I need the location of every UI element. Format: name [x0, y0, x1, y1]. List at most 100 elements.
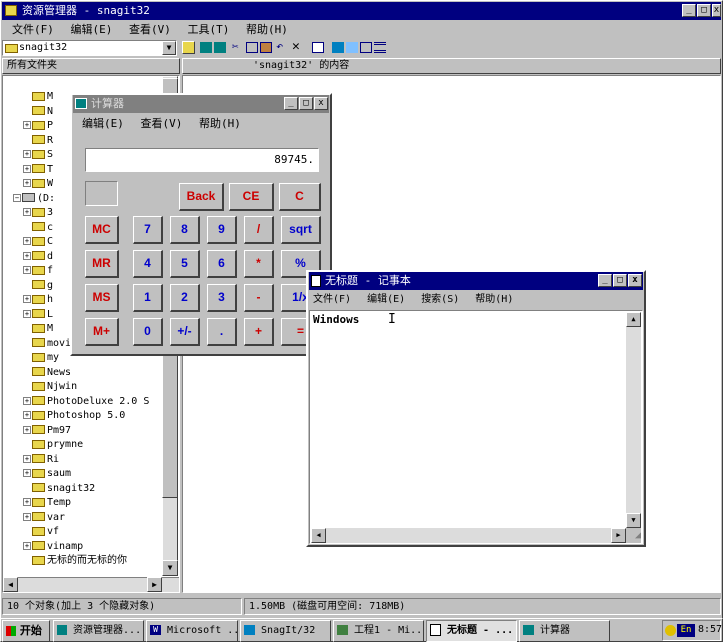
task-word[interactable]: W Microsoft ... [146, 620, 238, 642]
calc-key-decimal[interactable]: . [207, 318, 237, 346]
address-dropdown-button[interactable]: ▼ [162, 41, 176, 55]
notepad-text-area[interactable]: Windows I [309, 310, 643, 544]
calc-key-ce[interactable]: CE [229, 183, 274, 211]
calc-key-8[interactable]: 8 [170, 216, 200, 244]
tree-item[interactable]: + Ri [13, 453, 163, 468]
menu-view[interactable]: 查看(V) [129, 23, 171, 36]
calc-key-5[interactable]: 5 [170, 250, 200, 278]
task-notepad[interactable]: 无标题 - ... [426, 620, 517, 642]
expand-toggle-icon[interactable]: + [23, 164, 31, 173]
notepad-menu-search[interactable]: 搜索(S) [421, 294, 459, 305]
calc-key-subtract[interactable]: - [244, 284, 274, 312]
address-combo[interactable]: snagit32 [2, 40, 177, 56]
expand-toggle-icon[interactable]: + [23, 121, 31, 129]
minimize-button[interactable]: _ [682, 4, 696, 17]
tree-item[interactable]: +vf [13, 525, 163, 540]
expand-toggle-icon[interactable]: + [23, 251, 31, 260]
tree-item[interactable]: + Temp [13, 496, 163, 511]
calc-menu-view[interactable]: 查看(V) [141, 117, 183, 130]
tree-item[interactable]: +无标的而无标的你 [13, 554, 163, 569]
task-explorer[interactable]: 资源管理器... [53, 620, 144, 642]
calc-key-mplus[interactable]: M+ [85, 318, 119, 346]
large-icons-icon[interactable] [332, 42, 344, 53]
up-folder-icon[interactable] [182, 41, 195, 54]
task-snagit[interactable]: SnagIt/32 [240, 620, 331, 642]
close-button[interactable]: x [712, 4, 721, 17]
calc-close-button[interactable]: x [314, 97, 328, 110]
expand-toggle-icon[interactable]: + [23, 469, 31, 477]
notepad-minimize-button[interactable]: _ [598, 274, 612, 287]
undo-icon[interactable]: ↶ [276, 40, 288, 53]
tree-item[interactable]: +prymne [13, 438, 163, 453]
tree-item[interactable]: +Njwin [13, 380, 163, 395]
task-vb-project[interactable]: 工程1 - Mi... [333, 620, 424, 642]
cut-icon[interactable]: ✂ [232, 41, 244, 54]
details-view-icon[interactable] [374, 42, 386, 53]
calc-key-3[interactable]: 3 [207, 284, 237, 312]
calc-key-7[interactable]: 7 [133, 216, 163, 244]
resize-grip-icon[interactable]: ◢ [626, 528, 641, 543]
task-calculator[interactable]: 计算器 [519, 620, 610, 642]
notepad-scroll-down[interactable]: ▼ [626, 513, 641, 528]
list-view-icon[interactable] [360, 42, 372, 53]
properties-icon[interactable] [312, 42, 324, 53]
calc-key-4[interactable]: 4 [133, 250, 163, 278]
notepad-close-button[interactable]: x [628, 274, 642, 287]
notepad-titlebar[interactable]: 无标题 - 记事本 [309, 272, 643, 290]
tree-item[interactable]: + saum [13, 467, 163, 482]
menu-edit[interactable]: 编辑(E) [71, 23, 113, 36]
notepad-menu-help[interactable]: 帮助(H) [475, 294, 513, 305]
delete-icon[interactable]: ✕ [292, 40, 304, 54]
notepad-vscrollbar[interactable] [626, 312, 641, 528]
paste-icon[interactable] [260, 42, 272, 53]
expand-toggle-icon[interactable]: + [23, 208, 31, 216]
expand-toggle-icon[interactable]: + [23, 498, 31, 506]
tree-scroll-down[interactable]: ▼ [162, 560, 178, 576]
notepad-menu-edit[interactable]: 编辑(E) [367, 294, 405, 305]
expand-toggle-icon[interactable]: + [23, 179, 31, 187]
expand-toggle-icon[interactable]: + [23, 512, 31, 521]
notepad-hscrollbar[interactable] [311, 528, 626, 543]
notepad-scroll-up[interactable]: ▲ [626, 312, 641, 327]
expand-toggle-icon[interactable]: + [23, 541, 31, 550]
calc-key-back[interactable]: Back [179, 183, 224, 211]
expand-toggle-icon[interactable]: + [23, 425, 31, 434]
expand-toggle-icon[interactable]: + [23, 309, 31, 318]
calc-minimize-button[interactable]: _ [284, 97, 298, 110]
calc-key-sqrt[interactable]: sqrt [281, 216, 321, 244]
expand-toggle-icon[interactable]: + [23, 150, 31, 158]
maximize-button[interactable]: □ [697, 4, 711, 17]
tree-scroll-right[interactable]: ▶ [147, 577, 162, 592]
expand-toggle-icon[interactable]: + [23, 396, 31, 405]
tree-scroll-left[interactable]: ◀ [3, 577, 18, 592]
expand-toggle-icon[interactable]: − [13, 193, 21, 202]
tree-item[interactable]: + Pm97 [13, 424, 163, 439]
expand-toggle-icon[interactable]: + [23, 411, 31, 419]
tree-item[interactable]: + vinamp [13, 540, 163, 555]
menu-tools[interactable]: 工具(T) [188, 23, 230, 36]
notepad-maximize-button[interactable]: □ [613, 274, 627, 287]
calc-key-mr[interactable]: MR [85, 250, 119, 278]
tree-item[interactable]: +News [13, 366, 163, 381]
tree-item[interactable]: + var [13, 511, 163, 526]
start-button[interactable]: 开始 [2, 620, 50, 642]
calc-key-1[interactable]: 1 [133, 284, 163, 312]
calc-key-ms[interactable]: MS [85, 284, 119, 312]
expand-toggle-icon[interactable]: + [23, 454, 31, 463]
tree-item[interactable]: + Photoshop 5.0 [13, 409, 163, 424]
calc-key-9[interactable]: 9 [207, 216, 237, 244]
calc-key-negate[interactable]: +/- [170, 318, 200, 346]
calc-key-c[interactable]: C [279, 183, 321, 211]
calc-maximize-button[interactable]: □ [299, 97, 313, 110]
calc-key-mc[interactable]: MC [85, 216, 119, 244]
ime-icon[interactable] [665, 625, 676, 636]
calc-key-2[interactable]: 2 [170, 284, 200, 312]
calc-key-6[interactable]: 6 [207, 250, 237, 278]
small-icons-icon[interactable] [346, 42, 358, 53]
explorer-titlebar[interactable]: 资源管理器 - snagit32 [2, 2, 721, 20]
calc-key-divide[interactable]: / [244, 216, 274, 244]
disconnect-drive-icon[interactable] [214, 42, 226, 53]
menu-help[interactable]: 帮助(H) [246, 23, 288, 36]
copy-icon[interactable] [246, 42, 258, 53]
calc-menu-edit[interactable]: 编辑(E) [82, 117, 124, 130]
